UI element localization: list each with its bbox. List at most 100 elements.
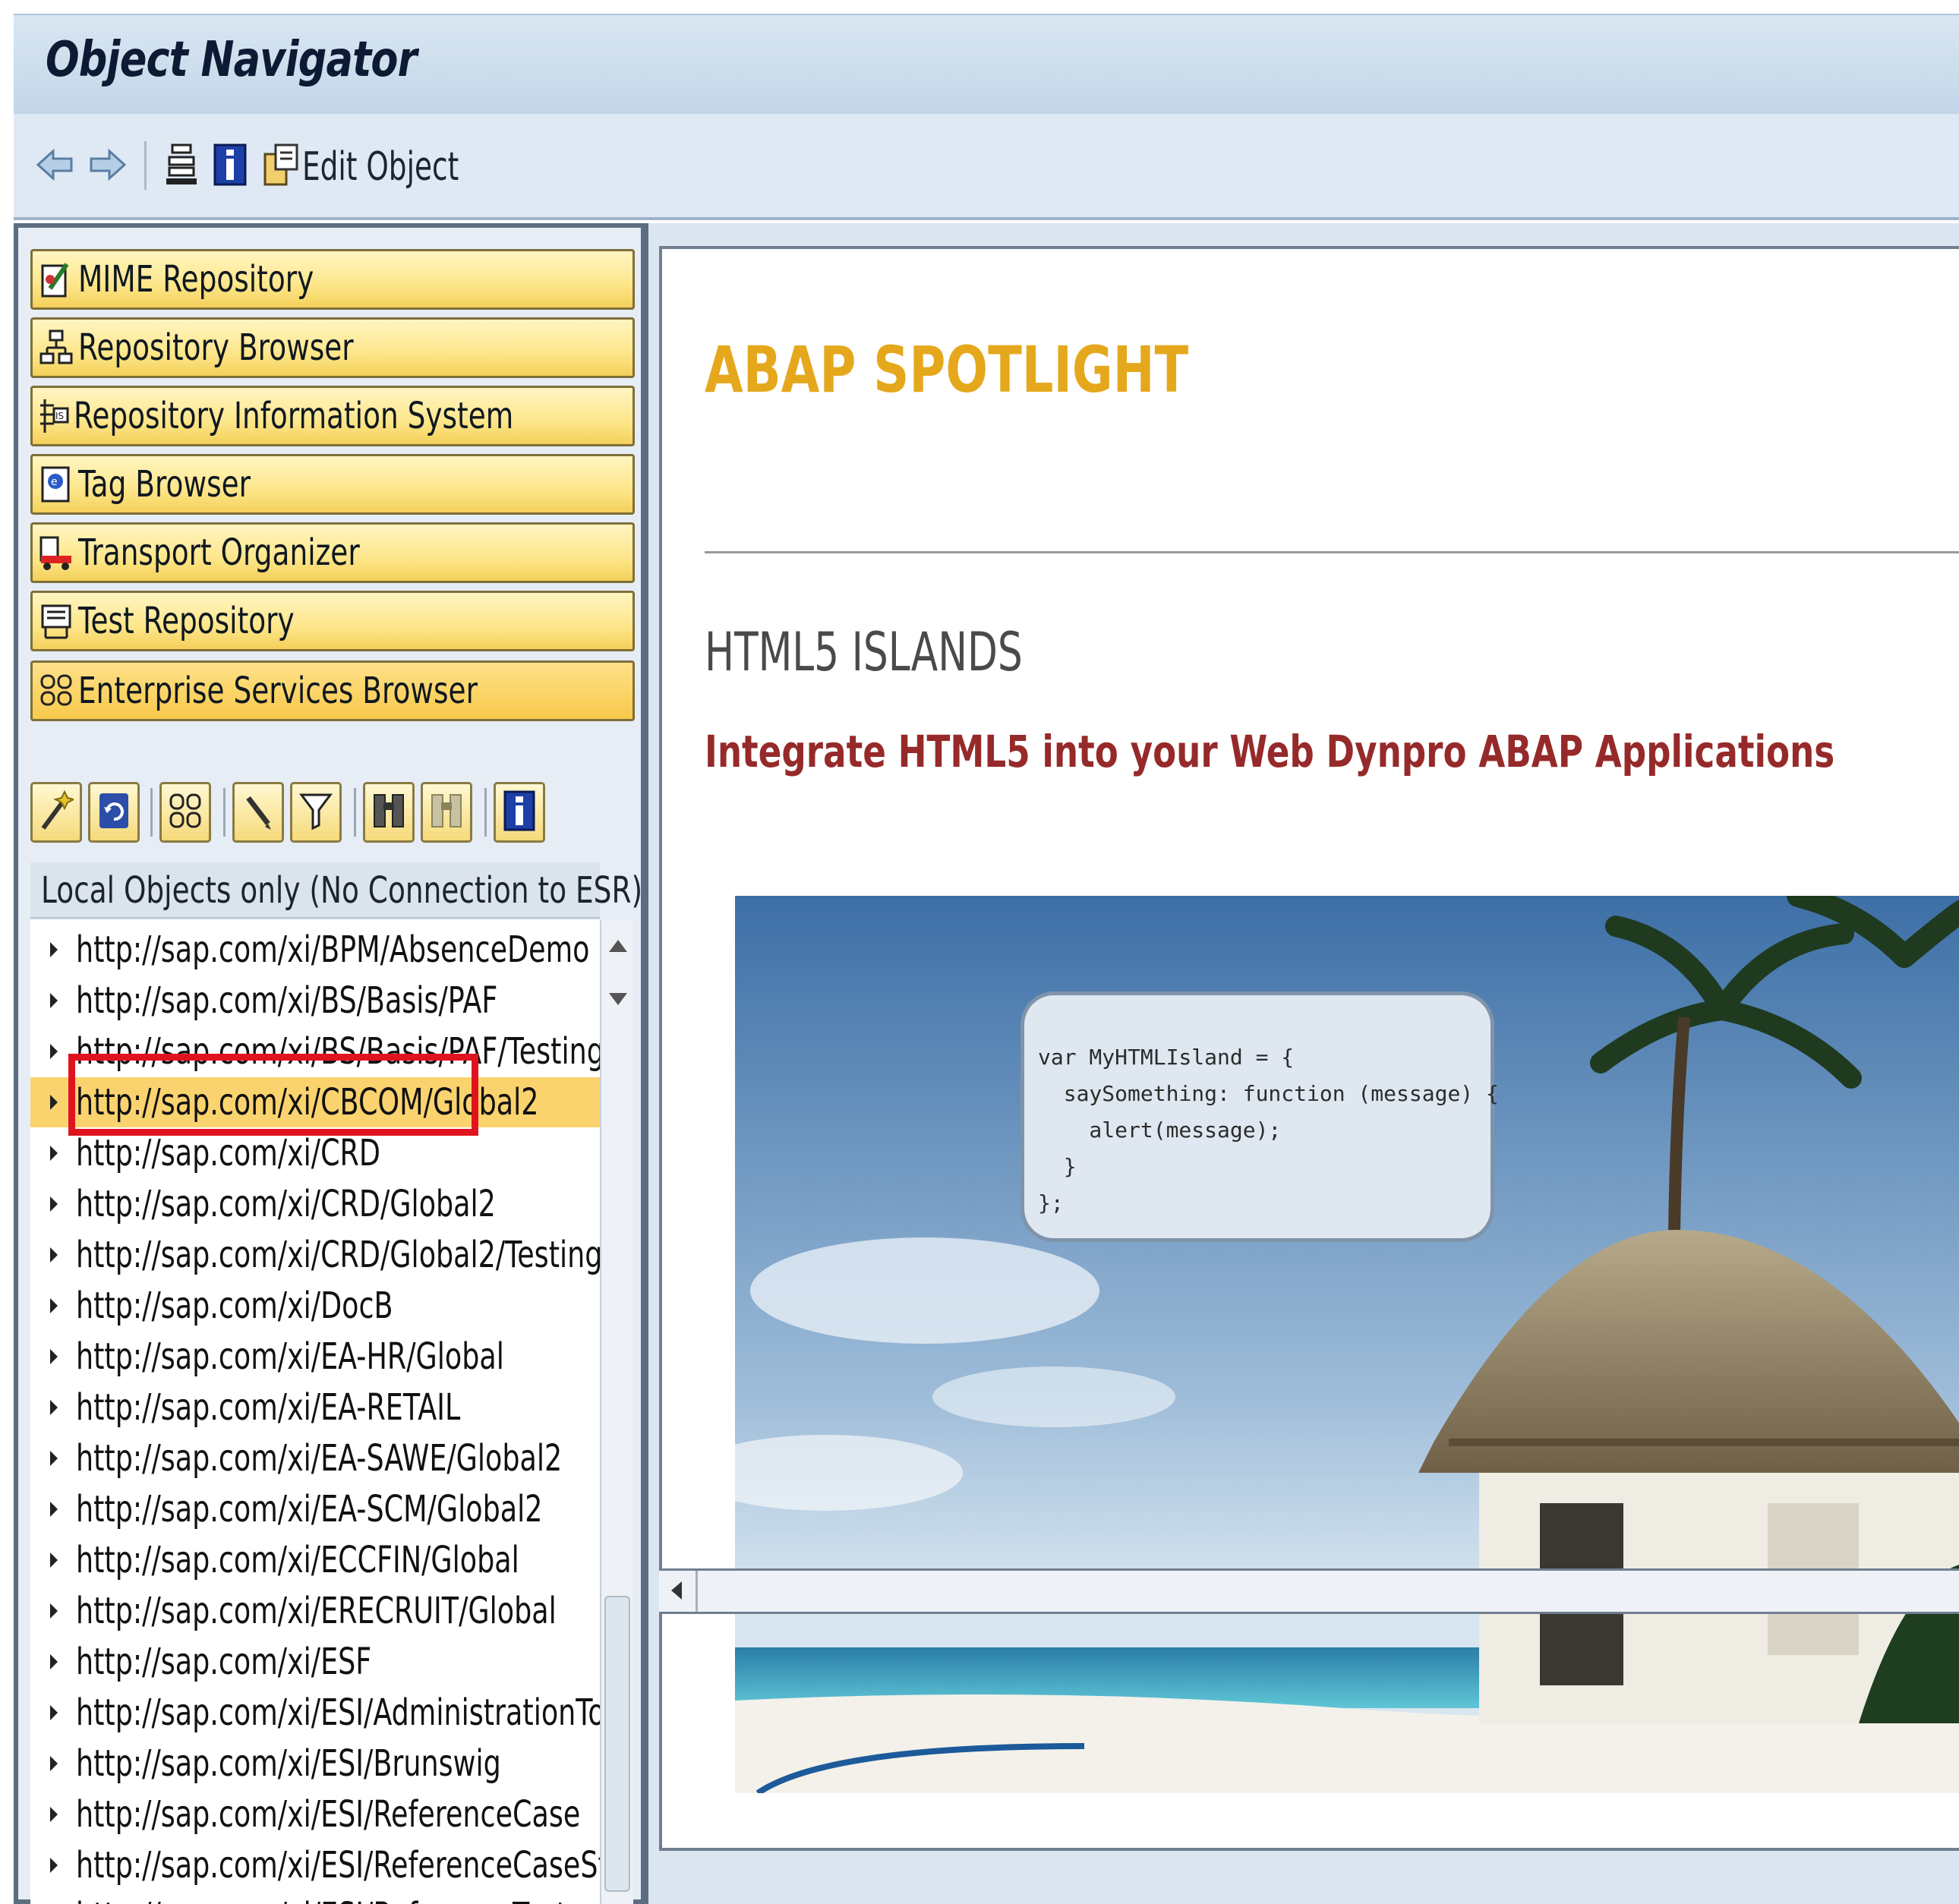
tree-row[interactable]: http://sap.com/xi/EA-RETAIL bbox=[30, 1382, 600, 1433]
tree-row[interactable]: http://sap.com/xi/ECCFIN/Global bbox=[30, 1535, 600, 1585]
tree-row[interactable]: http://sap.com/xi/EA-HR/Global bbox=[30, 1332, 600, 1382]
hierarchy-display-icon[interactable] bbox=[159, 143, 203, 187]
edit-object-button[interactable]: Edit Object bbox=[302, 144, 459, 190]
expand-arrow-icon[interactable] bbox=[50, 1044, 58, 1059]
tree-row[interactable]: http://sap.com/xi/EA-SCM/Global2 bbox=[30, 1484, 600, 1534]
tree-row[interactable]: http://sap.com/xi/ESF bbox=[30, 1637, 600, 1687]
nav-button-label: Enterprise Services Browser bbox=[78, 670, 478, 712]
filter-button[interactable] bbox=[290, 782, 342, 843]
edit-pen-button[interactable] bbox=[232, 782, 284, 843]
tree-row[interactable]: http://sap.com/xi/CRD/Global2/Testing bbox=[30, 1230, 600, 1280]
tree-row-label: http://sap.com/xi/EA-SCM/Global2 bbox=[76, 1488, 543, 1530]
expand-arrow-icon[interactable] bbox=[50, 1654, 58, 1669]
horizontal-scrollbar[interactable] bbox=[659, 1568, 1959, 1614]
scroll-down-icon[interactable] bbox=[609, 993, 627, 1005]
expand-arrow-icon[interactable] bbox=[50, 1502, 58, 1517]
tree-row[interactable]: http://sap.com/xi/ESI/AdministrationTool… bbox=[30, 1688, 600, 1738]
tree-row[interactable]: http://sap.com/xi/ESI/ReferenceCase bbox=[30, 1789, 600, 1839]
tag-browser-button[interactable]: e Tag Browser bbox=[30, 454, 635, 515]
tree-row-label: http://sap.com/xi/ESI/ReferenceCaseStr bbox=[76, 1844, 600, 1887]
services-icon bbox=[168, 789, 203, 836]
tree-row-label: http://sap.com/xi/ESI/ReferenceCase bbox=[76, 1793, 581, 1836]
expand-arrow-icon[interactable] bbox=[50, 1553, 58, 1568]
tree-row[interactable]: http://sap.com/xi/ESI/ReferenceCaseStr bbox=[30, 1840, 600, 1890]
content-pane: ABAP SPOTLIGHT HTML5 ISLANDS Integrate H… bbox=[648, 223, 1959, 1904]
binoculars-icon bbox=[371, 789, 406, 836]
nav-button-label: MIME Repository bbox=[78, 258, 314, 301]
info-icon[interactable] bbox=[208, 143, 252, 187]
esr-info-button[interactable] bbox=[494, 782, 545, 843]
repository-information-system-button[interactable]: IS Repository Information System bbox=[30, 386, 635, 446]
info-system-icon: IS bbox=[37, 395, 71, 437]
repository-browser-button[interactable]: Repository Browser bbox=[30, 317, 635, 378]
expand-arrow-icon[interactable] bbox=[50, 993, 58, 1008]
tree-row[interactable]: http://sap.com/xi/ERECRUIT/Global bbox=[30, 1586, 600, 1636]
toolbar-separator bbox=[354, 788, 356, 837]
transport-organizer-button[interactable]: Transport Organizer bbox=[30, 522, 635, 583]
code-speech-bubble: var MyHTMLIsland = { saySomething: funct… bbox=[1021, 991, 1499, 1242]
expand-arrow-icon[interactable] bbox=[50, 1095, 58, 1110]
tree-row-label: http://sap.com/xi/CRD/Global2 bbox=[76, 1183, 496, 1225]
scroll-left-icon[interactable] bbox=[671, 1581, 682, 1600]
services-grid-button[interactable] bbox=[159, 782, 211, 843]
tree-row[interactable]: http://sap.com/xi/ESI/ReferenceTest bbox=[30, 1891, 600, 1904]
toolbar-separator bbox=[223, 788, 226, 837]
tree-row[interactable]: http://sap.com/xi/ESI/Brunswig bbox=[30, 1739, 600, 1789]
vertical-scrollbar[interactable] bbox=[600, 920, 633, 1904]
services-icon bbox=[37, 670, 75, 712]
back-arrow-icon[interactable] bbox=[33, 143, 77, 187]
forward-arrow-icon[interactable] bbox=[85, 143, 129, 187]
expand-arrow-icon[interactable] bbox=[50, 1196, 58, 1212]
nav-button-label: Repository Information System bbox=[74, 395, 514, 437]
tree-row[interactable]: http://sap.com/xi/EA-SAWE/Global2 bbox=[30, 1433, 600, 1483]
edit-object-icon[interactable] bbox=[260, 143, 304, 187]
expand-arrow-icon[interactable] bbox=[50, 1756, 58, 1771]
info-icon bbox=[502, 789, 537, 836]
find-next-button[interactable] bbox=[421, 782, 472, 843]
expand-arrow-icon[interactable] bbox=[50, 1400, 58, 1415]
nav-button-label: Test Repository bbox=[78, 600, 295, 642]
code-line: alert(message); bbox=[1038, 1117, 1282, 1143]
mime-repository-button[interactable]: MIME Repository bbox=[30, 249, 635, 310]
tree-row-label: http://sap.com/xi/EA-RETAIL bbox=[76, 1386, 461, 1429]
expand-arrow-icon[interactable] bbox=[50, 1451, 58, 1466]
test-repository-button[interactable]: Test Repository bbox=[30, 591, 635, 651]
find-button[interactable] bbox=[363, 782, 415, 843]
refresh-button[interactable] bbox=[88, 782, 140, 843]
expand-arrow-icon[interactable] bbox=[50, 1146, 58, 1161]
tree-row[interactable]: http://sap.com/xi/CRD/Global2 bbox=[30, 1179, 600, 1229]
expand-arrow-icon[interactable] bbox=[50, 1603, 58, 1619]
expand-arrow-icon[interactable] bbox=[50, 1807, 58, 1822]
code-line: }; bbox=[1038, 1190, 1064, 1215]
code-snippet: var MyHTMLIsland = { saySomething: funct… bbox=[1038, 1039, 1499, 1222]
tree-row[interactable]: http://sap.com/xi/DocB bbox=[30, 1281, 600, 1331]
mime-icon bbox=[37, 258, 75, 301]
hierarchy-icon bbox=[37, 326, 75, 369]
scroll-up-icon[interactable] bbox=[609, 940, 627, 952]
section-subtitle: Integrate HTML5 into your Web Dynpro ABA… bbox=[705, 726, 1835, 777]
tree-row-label: http://sap.com/xi/CRD/Global2/Testing bbox=[76, 1234, 600, 1276]
svg-text:IS: IS bbox=[55, 411, 64, 421]
expand-arrow-icon[interactable] bbox=[50, 1858, 58, 1873]
expand-arrow-icon[interactable] bbox=[50, 1247, 58, 1263]
code-line: var MyHTMLIsland = { bbox=[1038, 1045, 1295, 1070]
expand-arrow-icon[interactable] bbox=[50, 1298, 58, 1313]
tree-row[interactable]: http://sap.com/xi/BPM/AbsenceDemo bbox=[30, 925, 600, 975]
tree-row-label: http://sap.com/xi/EA-HR/Global bbox=[76, 1335, 504, 1378]
magic-wand-button[interactable] bbox=[30, 782, 82, 843]
tree-row-label: http://sap.com/xi/ESI/Brunswig bbox=[76, 1742, 501, 1785]
tree-row-label: http://sap.com/xi/ESI/AdministrationTool… bbox=[76, 1691, 600, 1734]
expand-arrow-icon[interactable] bbox=[50, 1705, 58, 1720]
expand-arrow-icon[interactable] bbox=[50, 1349, 58, 1364]
enterprise-services-browser-button[interactable]: Enterprise Services Browser bbox=[30, 660, 635, 721]
toolbar-separator bbox=[484, 788, 487, 837]
binoculars-next-icon bbox=[429, 789, 464, 836]
expand-arrow-icon[interactable] bbox=[50, 942, 58, 957]
nav-button-label: Transport Organizer bbox=[78, 531, 360, 574]
scroll-thumb[interactable] bbox=[604, 1596, 630, 1892]
pen-icon bbox=[241, 789, 276, 836]
nav-button-label: Repository Browser bbox=[78, 326, 354, 369]
tree-row[interactable]: http://sap.com/xi/BS/Basis/PAF bbox=[30, 976, 600, 1026]
tree-row-label: http://sap.com/xi/BPM/AbsenceDemo bbox=[76, 928, 590, 971]
tree-header-label: Local Objects only (No Connection to ESR… bbox=[41, 869, 643, 912]
